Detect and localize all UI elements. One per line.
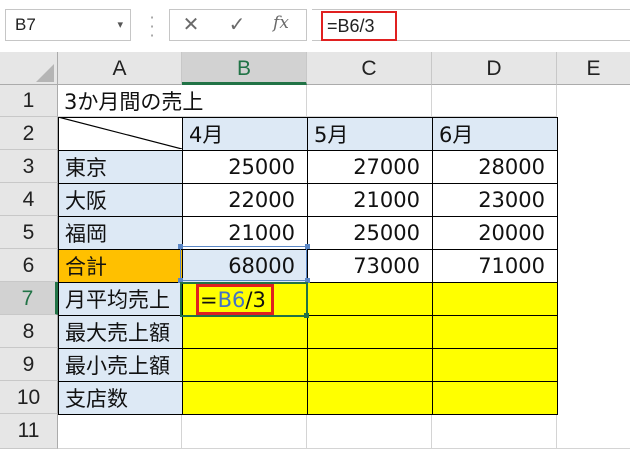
column-header-b[interactable]: B: [182, 52, 307, 85]
cell-edit-formula[interactable]: =B6/3: [200, 285, 266, 315]
row-header-10[interactable]: 10: [0, 381, 58, 414]
cell-c4[interactable]: 21000: [307, 183, 433, 217]
cell-d1[interactable]: [432, 85, 557, 117]
edit-suffix: /3: [245, 288, 266, 312]
cell-d9[interactable]: [432, 348, 558, 382]
cell-c8[interactable]: [307, 315, 433, 349]
cancel-icon[interactable]: ✕: [181, 13, 201, 35]
row-header-11[interactable]: 11: [0, 414, 58, 449]
edit-ref: B6: [217, 288, 246, 312]
cell-d10[interactable]: [432, 381, 558, 415]
name-box[interactable]: B7 ▾: [5, 9, 131, 41]
cell-d4[interactable]: 23000: [432, 183, 558, 217]
column-e-cells[interactable]: [557, 85, 630, 449]
row-header-1[interactable]: 1: [0, 85, 58, 117]
row-header-4[interactable]: 4: [0, 183, 58, 216]
cell-c7[interactable]: [307, 282, 433, 316]
insert-function-icon[interactable]: fx: [270, 11, 292, 35]
cell-c10[interactable]: [307, 381, 433, 415]
cell-d7[interactable]: [432, 282, 558, 316]
drag-handle-icon[interactable]: · · ·: [149, 10, 155, 44]
cell-c11[interactable]: [307, 414, 432, 449]
name-box-value: B7: [15, 15, 36, 34]
cell-d8[interactable]: [432, 315, 558, 349]
cell-b8[interactable]: [182, 315, 308, 349]
cell-d6[interactable]: 71000: [432, 249, 558, 283]
cell-a3[interactable]: 東京: [58, 150, 183, 184]
cell-b4[interactable]: 22000: [182, 183, 308, 217]
cell-c2[interactable]: 5月: [307, 117, 433, 151]
edit-prefix: =: [200, 288, 218, 312]
cell-a1[interactable]: 3か月間の売上: [58, 85, 203, 117]
cell-d3[interactable]: 28000: [432, 150, 558, 184]
cell-a10[interactable]: 支店数: [58, 381, 183, 415]
column-header-d[interactable]: D: [432, 52, 557, 85]
cell-b11[interactable]: [182, 414, 307, 449]
select-all-icon: [36, 64, 54, 82]
diagonal-border: [58, 117, 182, 149]
cell-a9[interactable]: 最小売上額: [58, 348, 183, 382]
cell-d5[interactable]: 20000: [432, 216, 558, 250]
column-header-a[interactable]: A: [58, 52, 182, 85]
cell-b9[interactable]: [182, 348, 308, 382]
row-header-5[interactable]: 5: [0, 216, 58, 249]
cell-a11[interactable]: [58, 414, 182, 449]
formula-text[interactable]: =B6/3: [321, 11, 397, 41]
enter-icon[interactable]: ✓: [226, 13, 248, 35]
cell-c9[interactable]: [307, 348, 433, 382]
cell-d11[interactable]: [432, 414, 557, 449]
cell-d2[interactable]: 6月: [432, 117, 558, 151]
cell-c6[interactable]: 73000: [307, 249, 433, 283]
cell-a8[interactable]: 最大売上額: [58, 315, 183, 349]
cell-b10[interactable]: [182, 381, 308, 415]
row-header-8[interactable]: 8: [0, 315, 58, 348]
cell-a5[interactable]: 福岡: [58, 216, 183, 250]
ref-handle[interactable]: [178, 244, 183, 249]
cell-c5[interactable]: 25000: [307, 216, 433, 250]
cell-a6[interactable]: 合計: [58, 249, 183, 283]
cell-a4[interactable]: 大阪: [58, 183, 183, 217]
cell-b5[interactable]: 21000: [182, 216, 308, 250]
cell-c1[interactable]: [307, 85, 432, 117]
row-header-9[interactable]: 9: [0, 348, 58, 381]
cell-b2[interactable]: 4月: [182, 117, 308, 151]
row-header-6[interactable]: 6: [0, 249, 58, 282]
column-header-c[interactable]: C: [307, 52, 432, 85]
ref-handle[interactable]: [305, 244, 310, 249]
cell-a7[interactable]: 月平均売上: [58, 282, 183, 316]
column-header-e[interactable]: E: [557, 52, 630, 85]
cell-c3[interactable]: 27000: [307, 150, 433, 184]
chevron-down-icon[interactable]: ▾: [117, 10, 123, 40]
cell-b3[interactable]: 25000: [182, 150, 308, 184]
formula-reference-highlight: [180, 246, 307, 281]
row-header-2[interactable]: 2: [0, 117, 58, 150]
row-header-7[interactable]: 7: [0, 282, 58, 315]
fill-handle[interactable]: [304, 313, 309, 318]
row-header-3[interactable]: 3: [0, 150, 58, 183]
